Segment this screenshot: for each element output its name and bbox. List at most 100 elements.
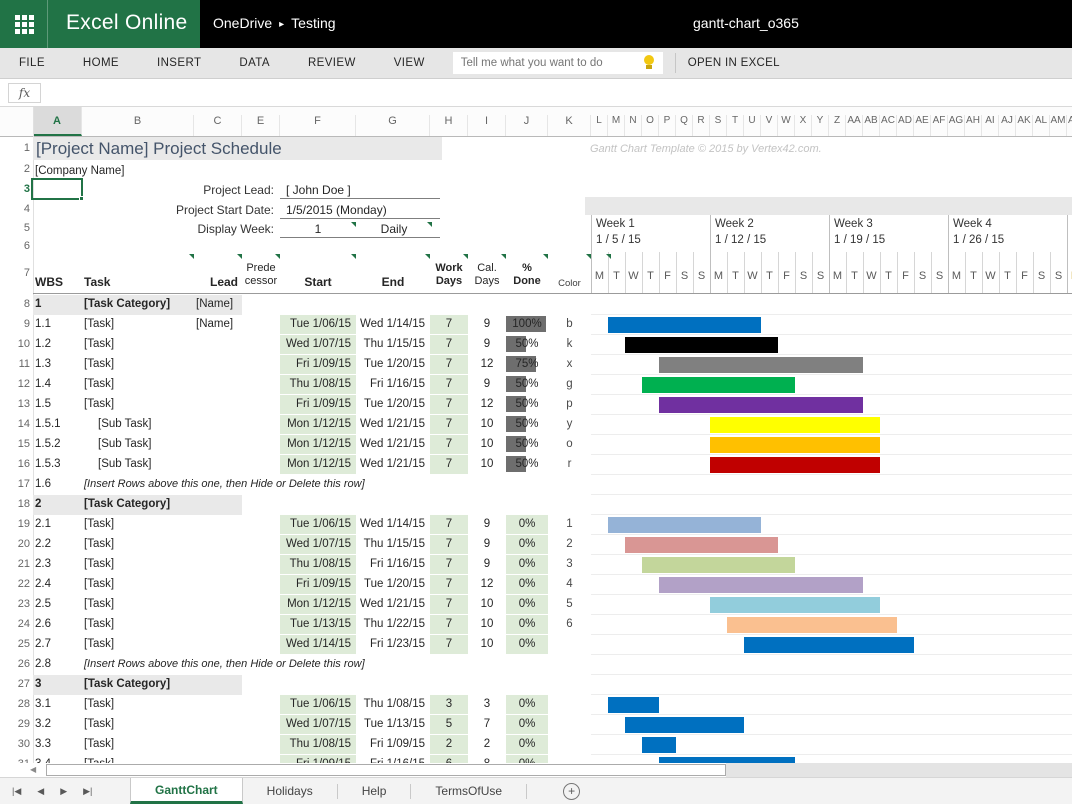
- column-header-B[interactable]: B: [82, 115, 194, 136]
- cell-pctdone[interactable]: 50%: [506, 435, 548, 454]
- cell-wbs[interactable]: 1.6: [35, 475, 51, 495]
- cell-end[interactable]: Thu 1/22/15: [356, 615, 430, 635]
- cell-end[interactable]: Tue 1/13/15: [356, 715, 430, 735]
- cell-wbs[interactable]: 3.1: [35, 695, 51, 715]
- cell-workdays[interactable]: 7: [430, 375, 468, 394]
- cell-lead[interactable]: [Name]: [196, 295, 233, 315]
- row-header-12[interactable]: 12: [0, 378, 30, 392]
- cell-caldays[interactable]: 12: [468, 575, 506, 595]
- last-sheet-icon[interactable]: ▶|: [83, 786, 92, 797]
- cell-wbs[interactable]: 3: [35, 675, 41, 695]
- cell-caldays[interactable]: 10: [468, 435, 506, 455]
- cell-start[interactable]: Mon 1/12/15: [280, 415, 356, 434]
- cell-wbs[interactable]: 2.1: [35, 515, 51, 535]
- row-header-30[interactable]: 30: [0, 738, 30, 752]
- column-header-U[interactable]: U: [744, 115, 761, 136]
- column-header-AK[interactable]: AK: [1016, 115, 1033, 136]
- tell-me-box[interactable]: [453, 52, 663, 74]
- cell-end[interactable]: Wed 1/21/15: [356, 595, 430, 615]
- cell-pctdone[interactable]: 0%: [506, 555, 548, 574]
- cell-end[interactable]: Fri 1/09/15: [356, 735, 430, 755]
- scrollbar-thumb[interactable]: [46, 764, 726, 776]
- cell-caldays[interactable]: 12: [468, 395, 506, 415]
- row-header-11[interactable]: 11: [0, 358, 30, 372]
- cell-pctdone[interactable]: 0%: [506, 595, 548, 614]
- cell-wbs[interactable]: 1.5.2: [35, 435, 61, 455]
- menu-file[interactable]: FILE: [0, 57, 64, 69]
- cell-pctdone[interactable]: 50%: [506, 415, 548, 434]
- cell-pctdone[interactable]: 0%: [506, 755, 548, 763]
- cell-color-key[interactable]: b: [548, 315, 591, 335]
- cell-wbs[interactable]: 3.4: [35, 755, 51, 763]
- cell-wbs[interactable]: 2.2: [35, 535, 51, 555]
- row-header-26[interactable]: 26: [0, 658, 30, 672]
- cell-color-key[interactable]: 4: [548, 575, 591, 595]
- cell-caldays[interactable]: 2: [468, 735, 506, 755]
- info-unit-2[interactable]: Daily: [356, 222, 432, 236]
- sheet-tab-ganttchart[interactable]: GanttChart: [130, 778, 243, 804]
- cell-workdays[interactable]: 7: [430, 595, 468, 614]
- cell-color-key[interactable]: 6: [548, 615, 591, 635]
- cell-start[interactable]: Fri 1/09/15: [280, 755, 356, 763]
- row-header-2[interactable]: 2: [0, 163, 30, 177]
- first-sheet-icon[interactable]: |◀: [12, 786, 21, 797]
- cell-pctdone[interactable]: 0%: [506, 515, 548, 534]
- cell-pctdone[interactable]: 0%: [506, 695, 548, 714]
- cell-start[interactable]: Tue 1/06/15: [280, 695, 356, 714]
- cell-workdays[interactable]: 7: [430, 415, 468, 434]
- cell-color-key[interactable]: y: [548, 415, 591, 435]
- cell-caldays[interactable]: 12: [468, 355, 506, 375]
- info-value-1[interactable]: 1/5/2015 (Monday): [286, 203, 387, 217]
- cell-start[interactable]: Thu 1/08/15: [280, 735, 356, 754]
- cell-caldays[interactable]: 3: [468, 695, 506, 715]
- row-header-10[interactable]: 10: [0, 338, 30, 352]
- cell-wbs[interactable]: 1.3: [35, 355, 51, 375]
- column-header-S[interactable]: S: [710, 115, 727, 136]
- cell-color-key[interactable]: g: [548, 375, 591, 395]
- cell-end[interactable]: Fri 1/16/15: [356, 375, 430, 395]
- column-header-H[interactable]: H: [430, 115, 468, 136]
- cell-end[interactable]: Wed 1/21/15: [356, 415, 430, 435]
- cell-start[interactable]: Thu 1/08/15: [280, 375, 356, 394]
- info-value-2[interactable]: 1: [280, 222, 356, 236]
- column-header-AF[interactable]: AF: [931, 115, 948, 136]
- cell-task[interactable]: [Task]: [84, 355, 114, 375]
- cell-task[interactable]: [Task]: [84, 395, 114, 415]
- breadcrumb-onedrive[interactable]: OneDrive: [213, 15, 272, 31]
- column-header-AA[interactable]: AA: [846, 115, 863, 136]
- cell-wbs[interactable]: 2.3: [35, 555, 51, 575]
- cell-caldays[interactable]: 10: [468, 595, 506, 615]
- cell-start[interactable]: Wed 1/14/15: [280, 635, 356, 654]
- cell-workdays[interactable]: 7: [430, 355, 468, 374]
- cell-wbs[interactable]: 3.2: [35, 715, 51, 735]
- cell-caldays[interactable]: 9: [468, 335, 506, 355]
- cell-end[interactable]: Wed 1/14/15: [356, 315, 430, 335]
- column-header-G[interactable]: G: [356, 115, 430, 136]
- column-header-AB[interactable]: AB: [863, 115, 880, 136]
- row-header-25[interactable]: 25: [0, 638, 30, 652]
- cell-task[interactable]: [Task]: [84, 735, 114, 755]
- cell-color-key[interactable]: x: [548, 355, 591, 375]
- cell-color-key[interactable]: k: [548, 335, 591, 355]
- cell-caldays[interactable]: 10: [468, 415, 506, 435]
- cell-pctdone[interactable]: 0%: [506, 635, 548, 654]
- column-header-Z[interactable]: Z: [829, 115, 846, 136]
- cell-start[interactable]: Tue 1/06/15: [280, 315, 356, 334]
- sheet-tab-help[interactable]: Help: [338, 778, 411, 804]
- cell-pctdone[interactable]: 100%: [506, 315, 548, 334]
- column-header-W[interactable]: W: [778, 115, 795, 136]
- cell-workdays[interactable]: 7: [430, 315, 468, 334]
- cell-caldays[interactable]: 8: [468, 755, 506, 763]
- cell-start[interactable]: Tue 1/06/15: [280, 515, 356, 534]
- cell-workdays[interactable]: 7: [430, 455, 468, 474]
- cell-workdays[interactable]: 7: [430, 635, 468, 654]
- column-header-X[interactable]: X: [795, 115, 812, 136]
- selection-fill-handle[interactable]: [79, 196, 84, 201]
- row-header-6[interactable]: 6: [0, 240, 30, 254]
- cell-pctdone[interactable]: 0%: [506, 575, 548, 594]
- column-header-AI[interactable]: AI: [982, 115, 999, 136]
- cell-color-key[interactable]: r: [548, 455, 591, 475]
- row-header-13[interactable]: 13: [0, 398, 30, 412]
- menu-data[interactable]: DATA: [220, 57, 289, 69]
- cell-color-key[interactable]: p: [548, 395, 591, 415]
